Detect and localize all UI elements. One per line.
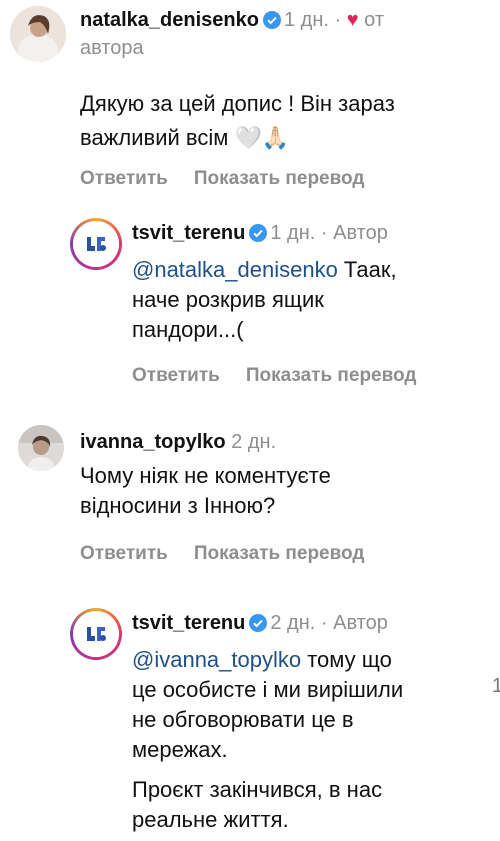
reply-button[interactable]: Ответить (132, 365, 220, 386)
comment-text-line: не обговорювати це в (132, 707, 354, 732)
comment-text-line: Чому ніяк не коментуєте (80, 463, 331, 488)
separator: · (334, 9, 342, 31)
username[interactable]: tsvit_terenu (132, 612, 245, 634)
author-like-label: от (364, 9, 384, 31)
username[interactable]: ivanna_topylko (80, 431, 226, 453)
comment-text-line: важливий всім 🤍🙏🏻 (80, 125, 290, 150)
comment-text-line: наче розкрив ящик (132, 287, 324, 312)
author-label: Автор (333, 612, 388, 634)
separator: · (320, 222, 328, 244)
username[interactable]: natalka_denisenko (80, 9, 259, 31)
username[interactable]: tsvit_terenu (132, 222, 245, 244)
profile-photo-icon (18, 425, 64, 471)
show-translation-button[interactable]: Показать перевод (194, 168, 365, 189)
reply-button[interactable]: Ответить (80, 168, 168, 189)
comment-text-line: Дякую за цей допис ! Він зараз (80, 91, 395, 116)
author-label: Автор (333, 222, 388, 244)
comment-text-line: відносини з Інною? (80, 493, 276, 518)
brand-logo-icon (73, 221, 119, 267)
comment-text-line: мережах. (132, 737, 228, 762)
verified-badge-icon (249, 614, 268, 639)
avatar[interactable] (70, 608, 122, 660)
comment-text: тому що (301, 647, 392, 672)
comment-text-line: пандори...( (132, 317, 244, 342)
comment-time: 1 дн. (270, 222, 316, 244)
comment-text: Таак, (337, 257, 397, 282)
comment-text-line: це особисте і ми вирішили (132, 677, 404, 702)
edge-number: 1 (491, 675, 500, 697)
avatar[interactable] (10, 6, 66, 62)
show-translation-button[interactable]: Показать перевод (194, 543, 365, 564)
comment-time: 2 дн. (270, 612, 316, 634)
reply-button[interactable]: Ответить (80, 543, 168, 564)
comment-time: 2 дн. (231, 431, 277, 453)
show-translation-button[interactable]: Показать перевод (246, 365, 417, 386)
comment-text-line: Проєкт закінчився, в нас (132, 777, 383, 802)
avatar[interactable] (18, 425, 64, 471)
mention-link[interactable]: @ivanna_topylko (132, 647, 301, 672)
brand-logo-icon (73, 611, 119, 657)
avatar[interactable] (70, 218, 122, 270)
comment-text-line: реальне життя. (132, 807, 289, 832)
verified-badge-icon (262, 11, 281, 36)
separator: · (320, 612, 328, 634)
author-like-label-cont: автора (80, 37, 144, 59)
comment-time: 1 дн. (283, 9, 329, 31)
verified-badge-icon (249, 224, 268, 249)
heart-icon: ♥ (346, 9, 359, 31)
mention-link[interactable]: @natalka_denisenko (132, 257, 338, 282)
profile-photo-icon (10, 6, 66, 62)
